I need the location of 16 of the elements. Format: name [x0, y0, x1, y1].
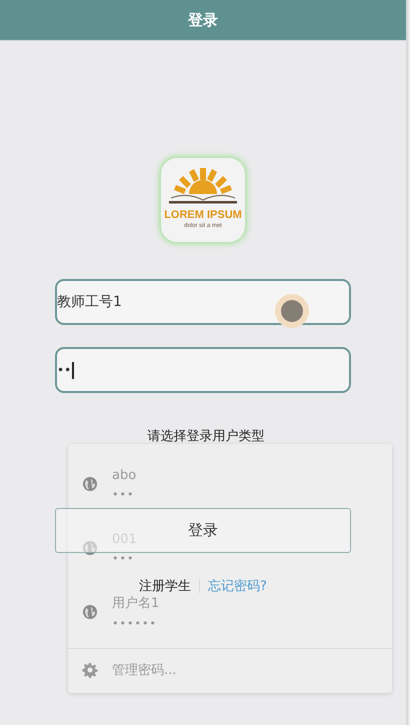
globe-icon	[82, 540, 98, 556]
page-title: 登录	[188, 10, 218, 30]
username-field[interactable]: 教师工号1	[55, 279, 351, 325]
globe-icon	[82, 476, 98, 492]
saved-password: ••••••	[112, 617, 157, 630]
saved-password: •••	[112, 488, 134, 500]
saved-username[interactable]: 用户名1	[112, 594, 160, 612]
register-link[interactable]: 注册学生	[139, 577, 192, 595]
saved-username[interactable]: abo	[112, 468, 136, 482]
saved-password: •••	[112, 552, 134, 564]
forgot-password-link[interactable]: 忘记密码?	[208, 577, 267, 595]
password-field[interactable]: ••	[55, 347, 351, 393]
globe-icon	[82, 604, 98, 620]
user-type-prompt: 请选择登录用户类型	[148, 428, 264, 445]
manage-passwords-item[interactable]: 管理密码...	[68, 648, 392, 691]
settings-icon	[82, 662, 98, 678]
